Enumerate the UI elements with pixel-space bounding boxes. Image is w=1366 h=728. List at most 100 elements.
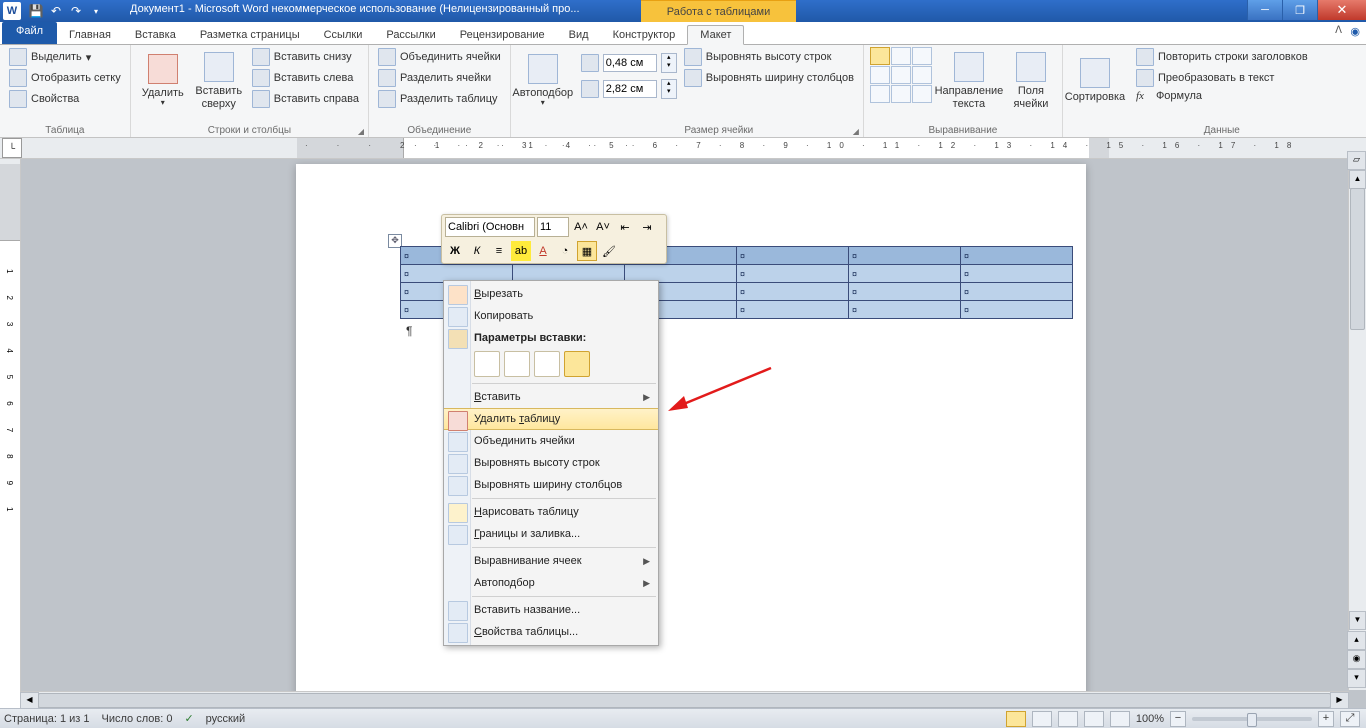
insert-above-button[interactable]: Вставить сверху	[193, 47, 245, 115]
zoom-fit-button[interactable]: ⤢	[1340, 711, 1360, 727]
tab-layout[interactable]: Макет	[687, 25, 744, 45]
vertical-scrollbar[interactable]: ▲ ▼ ▴ ◉ ▾	[1348, 170, 1366, 690]
menu-insert[interactable]: Вставить▶	[444, 386, 658, 408]
row-height-input[interactable]: ▴▾	[581, 53, 677, 73]
paste-picture-icon[interactable]	[534, 351, 560, 377]
qat-dropdown-icon[interactable]: ▾	[88, 3, 104, 19]
horizontal-ruler[interactable]: ···2···1··· · 1 · 2 · 3 · 4 · 5 · 6 · 7 …	[24, 138, 1366, 158]
borders-icon[interactable]: ▦	[577, 241, 597, 261]
scroll-left-button[interactable]: ◀	[20, 692, 39, 709]
minimize-ribbon-icon[interactable]: ᐱ	[1335, 25, 1342, 36]
vertical-ruler[interactable]: 1234567891	[0, 159, 21, 714]
menu-autofit[interactable]: Автоподбор▶	[444, 572, 658, 594]
dialog-launcher-icon[interactable]: ◢	[853, 127, 859, 136]
outline-view-button[interactable]	[1084, 711, 1104, 727]
insert-below-button[interactable]: Вставить снизу	[249, 47, 362, 67]
mini-font-input[interactable]	[445, 217, 535, 237]
zoom-slider[interactable]	[1192, 717, 1312, 721]
menu-table-properties[interactable]: Свойства таблицы...	[444, 621, 658, 643]
shading-icon[interactable]: ◔	[555, 241, 575, 261]
page-status[interactable]: Страница: 1 из 1	[4, 713, 90, 725]
dialog-launcher-icon[interactable]: ◢	[358, 127, 364, 136]
zoom-out-button[interactable]: −	[1170, 711, 1186, 727]
menu-distribute-rows[interactable]: Выровнять высоту строк	[444, 452, 658, 474]
text-direction-button[interactable]: Направление текста	[936, 47, 1002, 115]
format-painter-icon[interactable]: 🖌	[599, 241, 619, 261]
menu-insert-caption[interactable]: Вставить название...	[444, 599, 658, 621]
menu-draw-table[interactable]: Нарисовать таблицу	[444, 501, 658, 523]
tab-references[interactable]: Ссылки	[312, 26, 375, 44]
align-center-icon[interactable]: ≡	[489, 241, 509, 261]
draft-view-button[interactable]	[1110, 711, 1130, 727]
prev-page-button[interactable]: ▴	[1347, 631, 1366, 650]
tab-design[interactable]: Конструктор	[601, 26, 688, 44]
zoom-level[interactable]: 100%	[1136, 713, 1164, 725]
minimize-button[interactable]: ─	[1247, 0, 1282, 20]
highlight-icon[interactable]: ab	[511, 241, 531, 261]
merge-cells-button[interactable]: Объединить ячейки	[375, 47, 504, 67]
next-page-button[interactable]: ▾	[1347, 669, 1366, 688]
fullscreen-reading-view-button[interactable]	[1032, 711, 1052, 727]
split-table-button[interactable]: Разделить таблицу	[375, 89, 504, 109]
menu-merge-cells[interactable]: Объединить ячейки	[444, 430, 658, 452]
menu-copy[interactable]: Копировать	[444, 305, 658, 327]
undo-icon[interactable]: ↶	[48, 3, 64, 19]
zoom-in-button[interactable]: +	[1318, 711, 1334, 727]
scroll-thumb[interactable]	[1350, 188, 1365, 330]
tab-view[interactable]: Вид	[557, 26, 601, 44]
document-area[interactable]: ✥ ¤¤¤¤¤¤ ¤¤¤¤ ¤¤¤¤ ¤¤¤¤ ¶	[21, 159, 1366, 714]
close-button[interactable]: ✕	[1317, 0, 1366, 20]
decrease-indent-icon[interactable]: ⇤	[615, 217, 635, 237]
hscroll-thumb[interactable]	[38, 693, 1331, 708]
scroll-right-button[interactable]: ▶	[1330, 692, 1349, 709]
cell-margins-button[interactable]: Поля ячейки	[1006, 47, 1056, 115]
scroll-up-button[interactable]: ▲	[1349, 170, 1366, 189]
autofit-button[interactable]: Автоподбор▾	[517, 47, 569, 115]
font-color-icon[interactable]: A	[533, 241, 553, 261]
view-gridlines-button[interactable]: Отобразить сетку	[6, 68, 124, 88]
insert-right-button[interactable]: Вставить справа	[249, 89, 362, 109]
browse-object-button[interactable]: ◉	[1347, 650, 1366, 669]
menu-cell-alignment[interactable]: Выравнивание ячеек▶	[444, 550, 658, 572]
select-button[interactable]: Выделить ▾	[6, 47, 124, 67]
web-layout-view-button[interactable]	[1058, 711, 1078, 727]
ruler-toggle-icon[interactable]: ▱	[1347, 151, 1366, 170]
save-icon[interactable]: 💾	[28, 3, 44, 19]
col-width-input[interactable]: ▴▾	[581, 79, 677, 99]
menu-cut[interactable]: Вырезать	[444, 283, 658, 305]
distribute-rows-button[interactable]: Выровнять высоту строк	[681, 47, 857, 67]
bold-icon[interactable]: Ж	[445, 241, 465, 261]
menu-distribute-cols[interactable]: Выровнять ширину столбцов	[444, 474, 658, 496]
word-count[interactable]: Число слов: 0	[102, 713, 173, 725]
menu-borders[interactable]: Границы и заливка...	[444, 523, 658, 545]
paste-keep-source-icon[interactable]	[474, 351, 500, 377]
formula-button[interactable]: fxФормула	[1133, 89, 1311, 103]
tab-selector[interactable]: └	[2, 138, 22, 158]
tab-home[interactable]: Главная	[57, 26, 123, 44]
alignment-grid[interactable]	[870, 47, 932, 103]
scroll-down-button[interactable]: ▼	[1349, 611, 1366, 630]
properties-button[interactable]: Свойства	[6, 89, 124, 109]
split-cells-button[interactable]: Разделить ячейки	[375, 68, 504, 88]
distribute-cols-button[interactable]: Выровнять ширину столбцов	[681, 68, 857, 88]
shrink-font-icon[interactable]: A˅	[593, 217, 613, 237]
tab-insert[interactable]: Вставка	[123, 26, 188, 44]
tab-mailings[interactable]: Рассылки	[374, 26, 447, 44]
grow-font-icon[interactable]: A˄	[571, 217, 591, 237]
redo-icon[interactable]: ↷	[68, 3, 84, 19]
help-icon[interactable]: ◉	[1350, 25, 1360, 38]
language-status[interactable]: русский	[206, 713, 245, 725]
print-layout-view-button[interactable]	[1006, 711, 1026, 727]
file-tab[interactable]: Файл	[2, 22, 57, 44]
horizontal-scrollbar[interactable]: ◀ ▶	[20, 691, 1349, 709]
tab-review[interactable]: Рецензирование	[448, 26, 557, 44]
repeat-header-button[interactable]: Повторить строки заголовков	[1133, 47, 1311, 67]
menu-delete-table[interactable]: Удалить таблицу	[444, 408, 658, 430]
spellcheck-icon[interactable]: ✓	[184, 712, 193, 725]
paste-merge-icon[interactable]	[504, 351, 530, 377]
restore-button[interactable]: ❐	[1282, 0, 1317, 20]
italic-icon[interactable]: К	[467, 241, 487, 261]
sort-button[interactable]: Сортировка	[1069, 47, 1121, 115]
convert-text-button[interactable]: Преобразовать в текст	[1133, 68, 1311, 88]
increase-indent-icon[interactable]: ⇥	[637, 217, 657, 237]
